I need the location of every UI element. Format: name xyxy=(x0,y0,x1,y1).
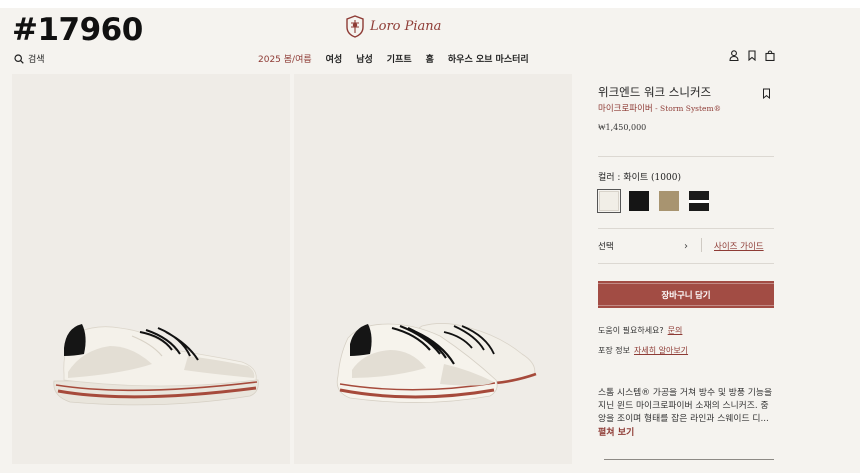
panel-scrollbar[interactable] xyxy=(604,459,774,460)
color-name: 화이트 xyxy=(623,173,649,183)
shopping-bag-icon[interactable] xyxy=(765,50,775,61)
add-to-cart-button[interactable]: 장바구니 담기 xyxy=(598,281,774,308)
swatch-khaki[interactable] xyxy=(659,191,679,211)
nav-item-home[interactable]: 홈 xyxy=(426,52,434,65)
nav-item-house-of-mastery[interactable]: 하우스 오브 마스터리 xyxy=(448,52,529,65)
main-nav: 2025 봄/여름 여성 남성 기프트 홈 하우스 오브 마스터리 xyxy=(258,52,543,65)
material-system: - Storm System® xyxy=(652,104,722,113)
color-label: 컬러 : 화이트 (1000) xyxy=(598,170,681,183)
swatch-black[interactable] xyxy=(629,191,649,211)
product-title-row: 위크엔드 워크 스니커즈 xyxy=(598,84,774,100)
product-description: 스톰 시스템® 가공을 거쳐 방수 및 방풍 기능을 지닌 윈드 마이크로파이버… xyxy=(598,388,773,424)
nav-item-women[interactable]: 여성 xyxy=(326,52,343,65)
top-strip xyxy=(0,0,860,8)
product-title: 위크엔드 워크 스니커즈 xyxy=(598,85,712,99)
product-price: ₩1,450,000 xyxy=(598,123,647,132)
search-label: 검색 xyxy=(28,55,45,65)
material-name: 마이크로파이버 xyxy=(598,104,653,114)
nav-item-collection[interactable]: 2025 봄/여름 xyxy=(258,52,312,65)
color-label-prefix: 컬러 : xyxy=(598,173,624,183)
size-guide-link[interactable]: 사이즈 가이드 xyxy=(714,240,764,252)
swatch-white[interactable] xyxy=(597,189,621,213)
watermark-id: #17960 xyxy=(12,12,143,48)
search-icon xyxy=(14,53,24,64)
search-button[interactable]: 검색 xyxy=(14,52,45,65)
crest-icon xyxy=(346,15,364,38)
product-image-side[interactable] xyxy=(12,74,290,464)
nav-item-gifts[interactable]: 기프트 xyxy=(387,52,412,65)
nav-item-men[interactable]: 남성 xyxy=(356,52,373,65)
product-material: 마이크로파이버 - Storm System® xyxy=(598,102,721,114)
brand-wordmark: Loro Piana xyxy=(370,18,442,34)
divider xyxy=(598,228,774,229)
color-code: (1000) xyxy=(648,173,681,183)
page: #17960 Loro Piana 검색 2025 봄/여름 여성 남성 기프트… xyxy=(0,0,860,473)
divider xyxy=(598,156,774,157)
packaging-row: 포장 정보 자세히 알아보기 xyxy=(598,345,688,356)
packaging-link[interactable]: 자세히 알아보기 xyxy=(634,346,688,355)
swatch-black-white[interactable] xyxy=(689,191,709,211)
bookmark-icon[interactable] xyxy=(747,50,757,61)
user-icon[interactable] xyxy=(729,50,739,61)
help-row: 도움이 필요하세요? 문의 xyxy=(598,325,682,336)
divider xyxy=(598,263,774,264)
contact-link[interactable]: 문의 xyxy=(668,326,683,335)
size-select[interactable]: 선택 xyxy=(598,240,614,252)
sneaker-side-illustration xyxy=(53,324,259,406)
sneaker-pair-illustration xyxy=(336,323,537,403)
help-text: 도움이 필요하세요? xyxy=(598,326,664,335)
save-product-icon[interactable] xyxy=(762,88,771,99)
separator xyxy=(701,238,702,252)
brand-logo[interactable]: Loro Piana xyxy=(344,14,441,38)
product-image-pair[interactable] xyxy=(294,74,572,464)
expand-description-link[interactable]: 펼쳐 보기 xyxy=(598,425,634,438)
chevron-right-icon[interactable]: › xyxy=(684,241,688,252)
header-actions xyxy=(729,50,775,61)
packaging-text: 포장 정보 xyxy=(598,346,630,355)
